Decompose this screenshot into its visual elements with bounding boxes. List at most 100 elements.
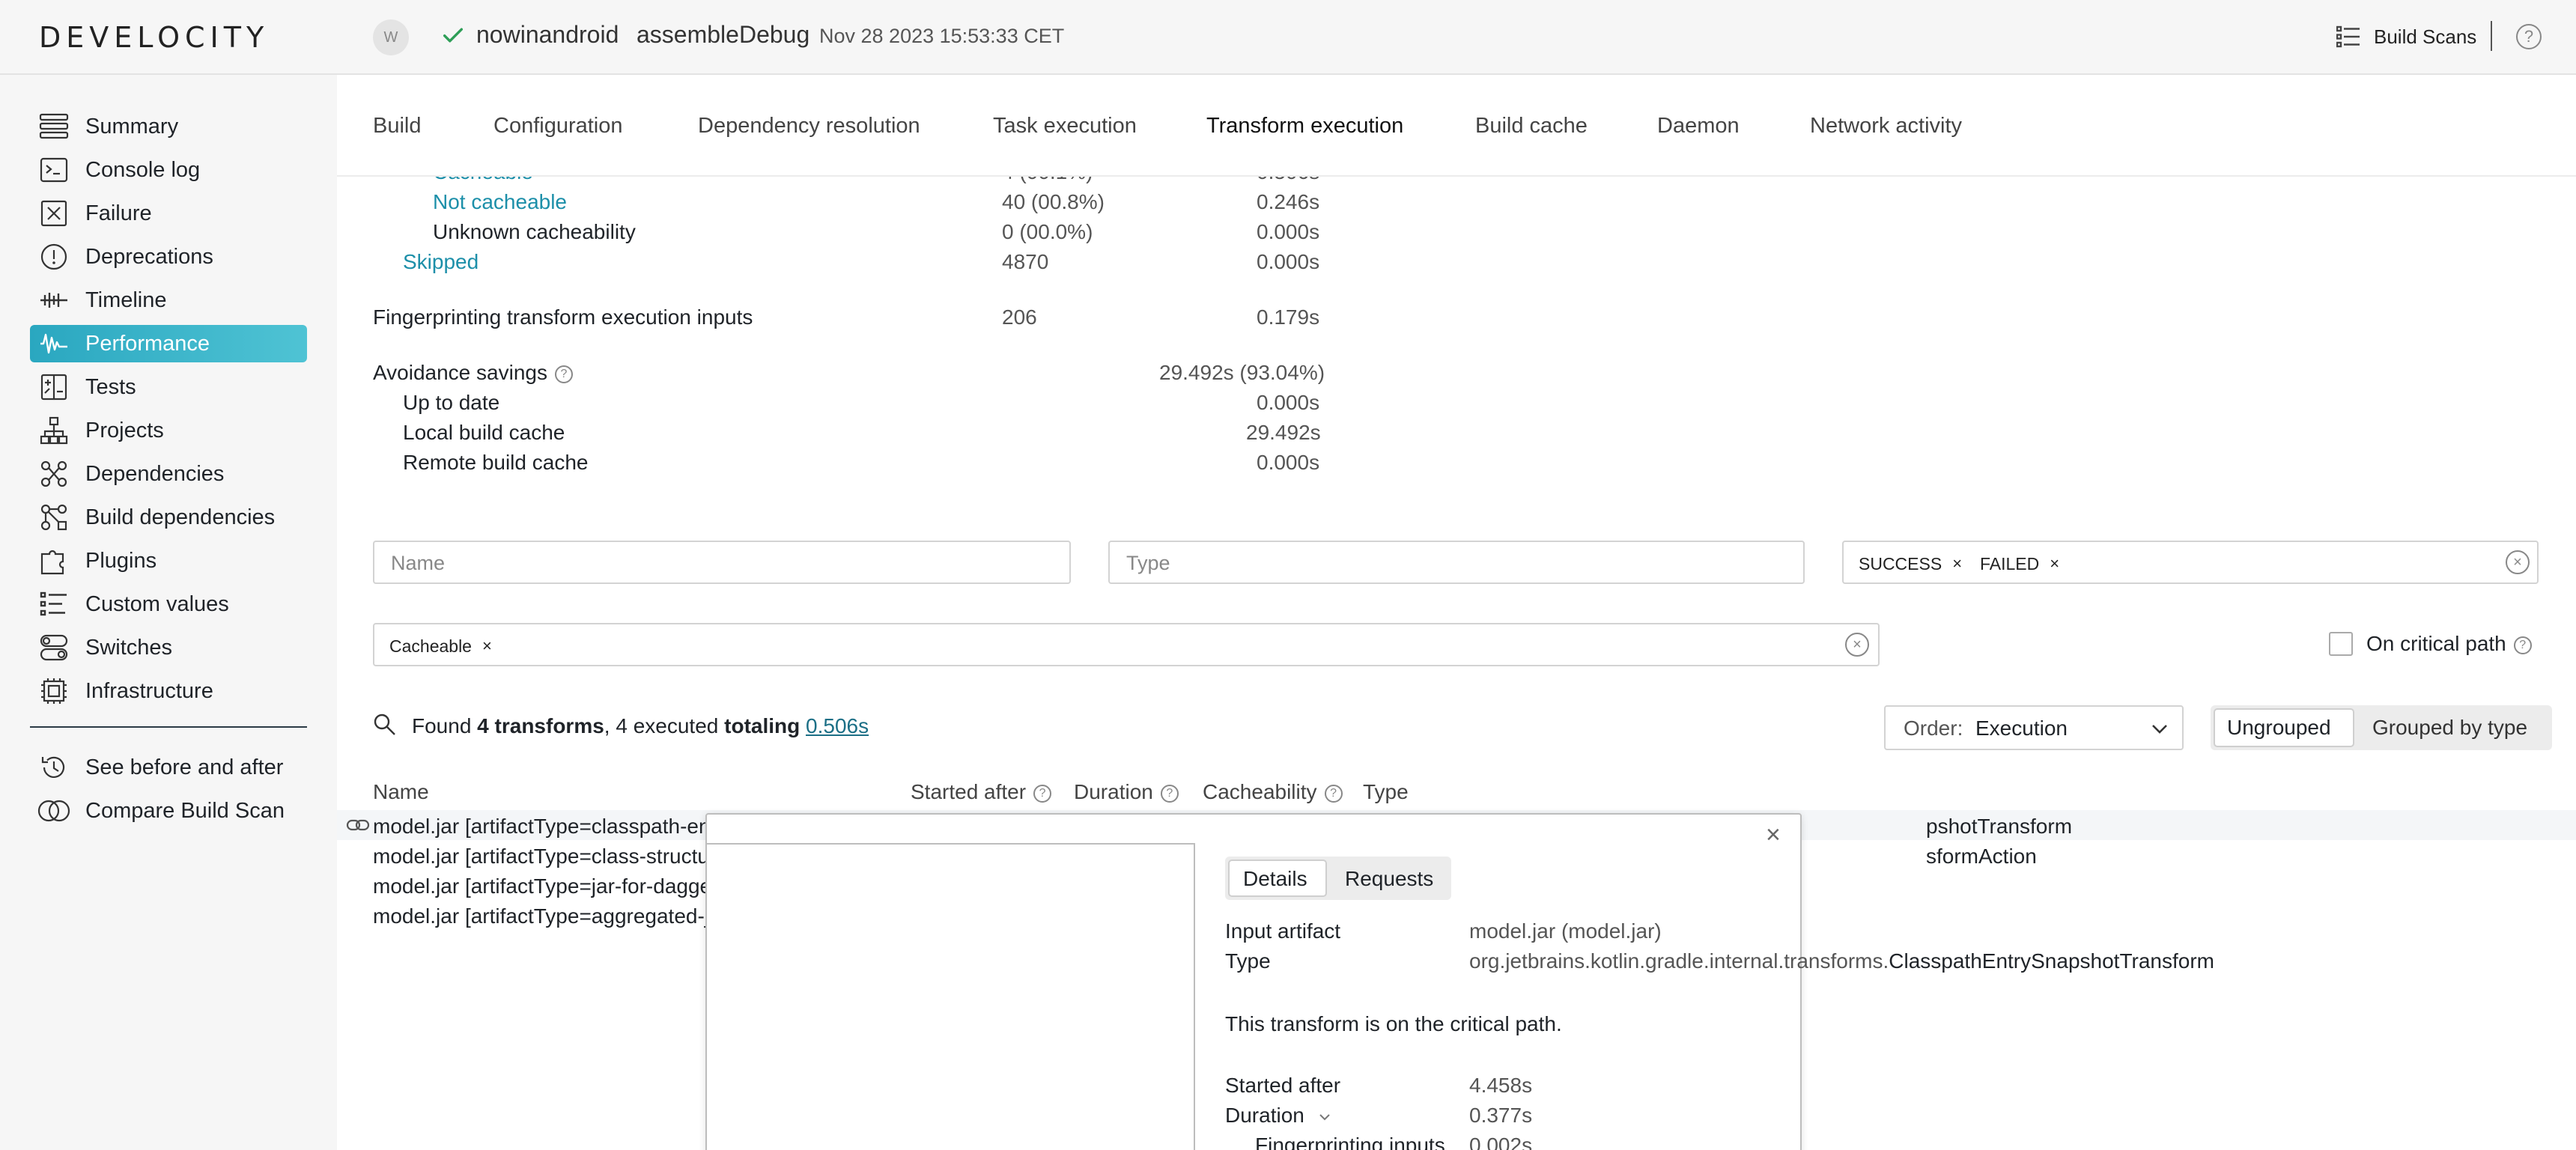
sidebar-item-label: Compare Build Scan xyxy=(85,798,285,823)
clear-filter-icon[interactable]: × xyxy=(2506,550,2530,574)
order-label: Order: xyxy=(1904,717,1963,740)
started-after-value: 4.458s xyxy=(1469,1074,1533,1097)
tab-network-activity[interactable]: Network activity xyxy=(1810,114,1962,139)
results-prefix: Found xyxy=(412,714,478,737)
sidebar-item-performance[interactable]: Performance xyxy=(30,325,307,362)
not-cacheable-link[interactable]: Not cacheable xyxy=(433,190,567,214)
started-after-label: Started after xyxy=(1225,1074,1341,1097)
tab-build[interactable]: Build xyxy=(373,114,422,139)
tab-transform-execution[interactable]: Transform execution xyxy=(1206,114,1403,139)
section-tabs: Build Configuration Dependency resolutio… xyxy=(337,75,2576,177)
cacheable-link[interactable]: Cacheable xyxy=(433,177,533,184)
remote-build-cache-time: 0.000s xyxy=(1257,451,1320,474)
ungrouped-label: Ungrouped xyxy=(2227,716,2331,739)
performance-icon xyxy=(37,327,70,360)
input-artifact-value: model.jar (model.jar) xyxy=(1469,919,1662,943)
order-select[interactable]: Order: Execution xyxy=(1884,705,2184,750)
sidebar-item-console-log[interactable]: Console log xyxy=(30,151,307,189)
tab-configuration[interactable]: Configuration xyxy=(493,114,623,139)
sidebar-item-custom-values[interactable]: Custom values xyxy=(30,585,307,623)
remove-chip-icon[interactable]: × xyxy=(482,636,492,656)
tab-daemon[interactable]: Daemon xyxy=(1657,114,1740,139)
help-icon[interactable]: ? xyxy=(2513,636,2532,654)
not-cacheable-time: 0.246s xyxy=(1257,190,1320,213)
top-bar: DEVELOCITY W nowinandroid assembleDebug … xyxy=(0,0,2576,75)
avoidance-savings-label: Avoidance savings xyxy=(373,361,547,384)
clear-filter-icon[interactable]: × xyxy=(1845,633,1869,657)
sidebar-item-plugins[interactable]: Plugins xyxy=(30,542,307,579)
table-row-name[interactable]: model.jar [artifactType=jar-for-dagger] xyxy=(373,874,724,898)
sidebar-item-tests[interactable]: Tests xyxy=(30,368,307,406)
avatar[interactable]: W xyxy=(373,19,409,55)
tab-task-execution[interactable]: Task execution xyxy=(993,114,1137,139)
name-filter-input[interactable]: Name xyxy=(373,541,1071,584)
order-value: Execution xyxy=(1975,717,2068,740)
outcome-chip-failed: FAILED × xyxy=(1980,553,2060,574)
timeline-icon xyxy=(37,284,70,317)
sidebar-item-build-dependencies[interactable]: Build dependencies xyxy=(30,499,307,536)
type-label: Type xyxy=(1225,949,1271,973)
sidebar-item-projects[interactable]: Projects xyxy=(30,412,307,449)
fingerprinting-count: 206 xyxy=(1002,305,1037,329)
col-header-type[interactable]: Type xyxy=(1363,780,1409,804)
results-total[interactable]: 0.506s xyxy=(806,714,869,737)
remove-chip-icon[interactable]: × xyxy=(1952,554,1962,574)
help-icon[interactable]: ? xyxy=(2516,24,2542,49)
chevron-down-icon xyxy=(2152,725,2167,734)
col-header-name[interactable]: Name xyxy=(373,780,429,804)
build-scans-link[interactable]: Build Scans xyxy=(2374,25,2476,49)
col-header-duration[interactable]: Duration? xyxy=(1074,780,1179,804)
sidebar-item-dependencies[interactable]: Dependencies xyxy=(30,455,307,493)
sidebar-item-label: Failure xyxy=(85,201,152,225)
tab-build-cache[interactable]: Build cache xyxy=(1475,114,1588,139)
help-icon: ? xyxy=(1324,784,1343,803)
up-to-date-time: 0.000s xyxy=(1257,391,1320,414)
type-filter-input[interactable]: Type xyxy=(1108,541,1805,584)
details-tab-label: Details xyxy=(1243,867,1307,890)
divider xyxy=(2491,21,2492,51)
critical-path-checkbox[interactable] xyxy=(2329,632,2353,656)
sidebar-item-label: Performance xyxy=(85,331,210,356)
cacheability-filter-input[interactable]: Cacheable × × xyxy=(373,623,1880,666)
link-icon[interactable] xyxy=(346,816,370,834)
grouped-by-type-option[interactable]: Grouped by type xyxy=(2372,716,2527,740)
sidebar-item-infrastructure[interactable]: Infrastructure xyxy=(30,672,307,710)
sidebar-item-label: Projects xyxy=(85,418,164,442)
outcome-chip-success: SUCCESS × xyxy=(1859,553,1963,574)
sidebar-item-timeline[interactable]: Timeline xyxy=(30,282,307,319)
success-check-icon xyxy=(443,28,464,43)
sidebar-item-deprecations[interactable]: Deprecations xyxy=(30,238,307,276)
col-header-started-after[interactable]: Started after? xyxy=(911,780,1052,804)
remove-chip-icon[interactable]: × xyxy=(2050,554,2059,574)
tab-requests[interactable]: Requests xyxy=(1345,867,1433,891)
critical-path-label: On critical path xyxy=(2366,632,2506,655)
help-icon: ? xyxy=(1160,784,1179,803)
outcome-filter-input[interactable]: SUCCESS × FAILED × × xyxy=(1842,541,2539,584)
results-found: 4 transforms xyxy=(477,714,604,737)
skipped-link[interactable]: Skipped xyxy=(403,250,479,274)
project-name: nowinandroid xyxy=(476,21,619,48)
results-totaling: totaling xyxy=(724,714,801,737)
sidebar-item-label: Dependencies xyxy=(85,461,225,486)
duration-toggle[interactable]: Duration xyxy=(1225,1104,1331,1128)
dependencies-icon xyxy=(37,457,70,490)
sidebar-item-label: Timeline xyxy=(85,288,167,312)
sidebar-item-switches[interactable]: Switches xyxy=(30,629,307,666)
sidebar-item-see-before-and-after[interactable]: See before and after xyxy=(30,749,307,786)
fingerprinting-label: Fingerprinting transform execution input… xyxy=(373,305,753,329)
close-icon[interactable]: × xyxy=(1766,821,1781,850)
sidebar-item-failure[interactable]: Failure xyxy=(30,195,307,232)
sidebar-item-label: See before and after xyxy=(85,755,284,779)
help-icon[interactable]: ? xyxy=(554,365,573,383)
sidebar-item-summary[interactable]: Summary xyxy=(30,108,307,145)
grouping-toggle: Ungrouped Grouped by type xyxy=(2211,705,2552,750)
develocity-logo[interactable]: DEVELOCITY xyxy=(39,21,269,54)
sidebar-item-compare-build-scan[interactable]: Compare Build Scan xyxy=(30,792,307,830)
tab-dependency-resolution[interactable]: Dependency resolution xyxy=(698,114,920,139)
table-row-name[interactable]: model.jar [artifactType=class-structure] xyxy=(373,845,734,868)
col-header-cacheability[interactable]: Cacheability? xyxy=(1203,780,1343,804)
avoidance-savings-time: 29.492s (93.04%) xyxy=(1159,361,1325,384)
chevron-down-icon xyxy=(1319,1113,1330,1121)
table-row-type: sformAction xyxy=(1926,845,2037,868)
deprecations-icon xyxy=(37,240,70,273)
